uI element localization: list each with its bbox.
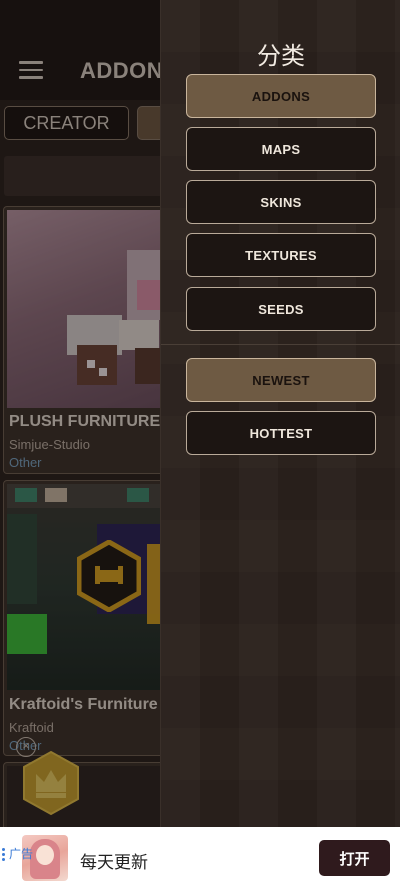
- category-maps-button[interactable]: MAPS: [186, 127, 376, 171]
- drawer-divider: [161, 344, 400, 345]
- drawer-title: 分类: [257, 42, 305, 70]
- ad-open-button[interactable]: 打开: [319, 840, 390, 876]
- ad-more-icon[interactable]: [2, 848, 5, 863]
- category-addons-button[interactable]: ADDONS: [186, 74, 376, 118]
- sort-hottest-button[interactable]: HOTTEST: [186, 411, 376, 455]
- category-drawer: 分类 ADDONS MAPS SKINS TEXTURES SEEDS NEWE…: [160, 0, 400, 827]
- ad-text: 每天更新: [80, 853, 148, 873]
- ad-banner[interactable]: 每天更新 打开: [0, 827, 400, 889]
- overlay-scrim[interactable]: [0, 0, 160, 827]
- sort-newest-button[interactable]: NEWEST: [186, 358, 376, 402]
- category-textures-button[interactable]: TEXTURES: [186, 233, 376, 277]
- category-seeds-button[interactable]: SEEDS: [186, 287, 376, 331]
- category-skins-button[interactable]: SKINS: [186, 180, 376, 224]
- ad-label: 广告: [9, 847, 34, 861]
